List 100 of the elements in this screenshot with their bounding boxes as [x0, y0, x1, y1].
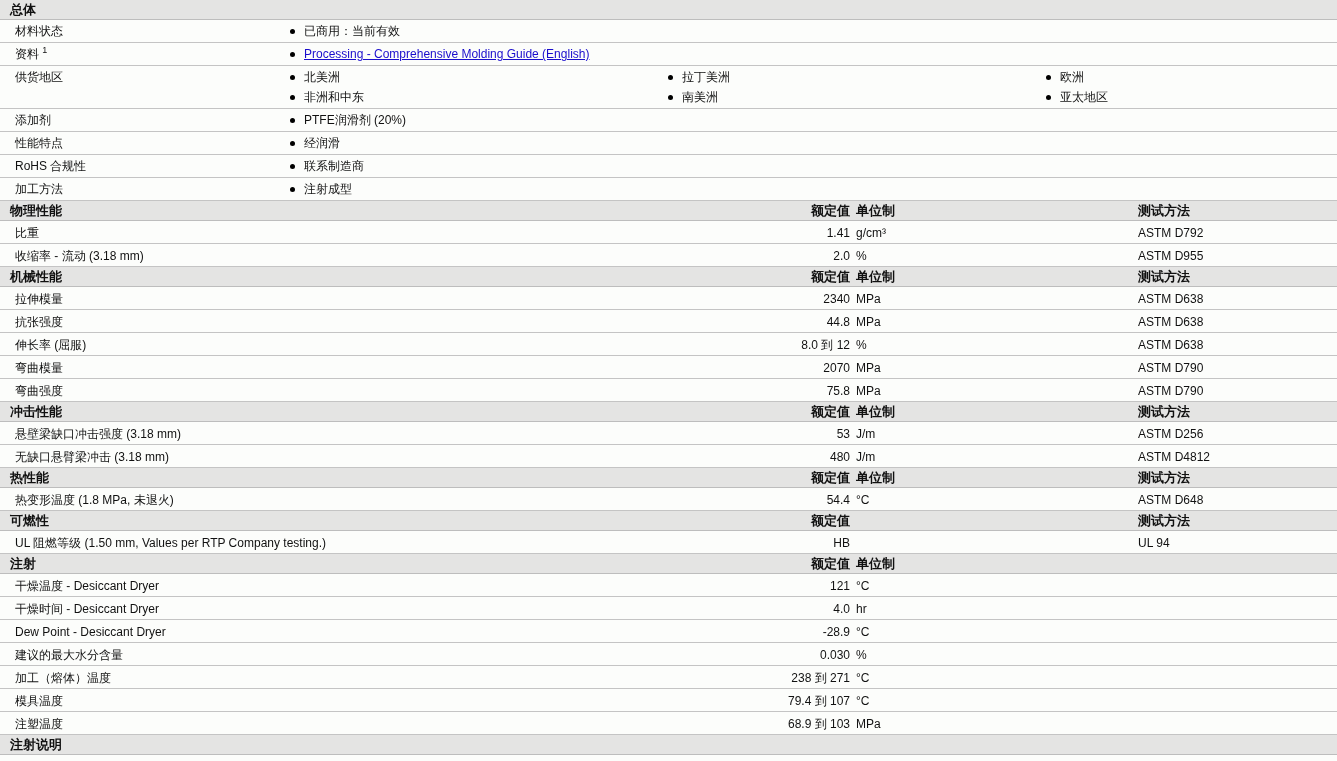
property-label: RoHS 合规性	[14, 159, 88, 173]
property-value: PTFE润滑剂 (20%)	[304, 113, 406, 127]
nominal-value: 44.8	[825, 314, 851, 329]
unit: J/m	[856, 449, 877, 464]
property-value: 联系制造商	[304, 159, 364, 173]
column-header: 测试方法	[1138, 511, 1191, 530]
unit: %	[856, 248, 868, 263]
column-header: 测试方法	[1138, 267, 1191, 286]
bullet-icon	[290, 74, 295, 80]
section-title: 总体	[8, 0, 37, 19]
bullet-icon	[290, 28, 295, 34]
unit: MPa	[856, 383, 882, 398]
column-header: 额定值	[810, 402, 851, 421]
nominal-value: 53	[835, 426, 851, 441]
nominal-value: 480	[828, 449, 851, 464]
unit: MPa	[856, 291, 882, 306]
column-header: 额定值	[810, 201, 851, 220]
unit: °C	[856, 624, 871, 639]
nominal-value: 68.9 到 103	[786, 715, 851, 733]
nominal-value: 8.0 到 12	[800, 336, 851, 354]
bullet-icon	[290, 94, 295, 100]
nominal-value: 2.0	[832, 248, 851, 263]
property-label: 弯曲强度	[14, 382, 64, 400]
test-method: ASTM D638	[1138, 291, 1205, 306]
column-header: 测试方法	[1138, 402, 1191, 421]
property-label: 资料 $^{1}$	[14, 47, 49, 61]
property-label: 模具温度	[14, 692, 64, 710]
section-title: 可燃性	[9, 511, 50, 530]
section-title: 注射	[9, 554, 37, 573]
bullet-icon	[290, 51, 295, 57]
nominal-value: 1.41	[825, 225, 851, 240]
property-value: 欧洲	[1060, 70, 1084, 84]
test-method: UL 94	[1138, 535, 1171, 550]
column-header: 测试方法	[1138, 201, 1191, 220]
nominal-value: -28.9	[821, 624, 851, 639]
unit: °C	[856, 492, 871, 507]
bullet-icon	[1046, 74, 1051, 80]
document-link[interactable]: Processing - Comprehensive Molding Guide (English)	[304, 47, 590, 61]
property-label: 无缺口悬臂梁冲击 (3.18 mm)	[14, 448, 170, 466]
unit: hr	[856, 601, 868, 616]
property-value: 非洲和中东	[304, 90, 364, 104]
test-method: ASTM D792	[1138, 225, 1205, 240]
unit: MPa	[856, 314, 882, 329]
nominal-value: 54.4	[825, 492, 851, 507]
bullet-icon	[1046, 94, 1051, 100]
bullet-icon	[668, 74, 673, 80]
unit: %	[856, 337, 868, 352]
property-label: 收缩率 - 流动 (3.18 mm)	[14, 247, 145, 265]
section-title: 机械性能	[8, 267, 63, 286]
unit: °C	[856, 670, 871, 685]
test-method: ASTM D256	[1138, 426, 1205, 441]
nominal-value: 2070	[822, 360, 851, 375]
unit: J/m	[856, 426, 877, 441]
section-title: 物理性能	[9, 201, 63, 220]
test-method: ASTM D4812	[1138, 449, 1212, 464]
property-label: 加工（熔体）温度	[14, 669, 112, 687]
unit: MPa	[856, 360, 882, 375]
bullet-icon	[290, 140, 295, 146]
property-label: 性能特点	[14, 136, 64, 150]
test-method: ASTM D790	[1138, 383, 1205, 398]
property-label: 比重	[14, 224, 40, 242]
property-label: 弯曲模量	[14, 359, 64, 377]
test-method: ASTM D638	[1138, 337, 1205, 352]
column-header: 测试方法	[1138, 468, 1191, 487]
nominal-value: HB	[832, 535, 851, 550]
property-label: 材料状态	[14, 24, 64, 38]
bullet-icon	[290, 186, 295, 192]
section-title: 冲击性能	[9, 402, 63, 421]
column-header: 单位制	[856, 201, 896, 220]
test-method: ASTM D955	[1138, 248, 1205, 263]
unit: MPa	[856, 716, 882, 731]
property-label: 抗张强度	[14, 313, 64, 331]
property-label: 热变形温度 (1.8 MPa, 未退火)	[14, 491, 175, 509]
column-header: 单位制	[856, 267, 896, 286]
property-value: 南美洲	[682, 90, 718, 104]
property-label: 伸长率 (屈服)	[14, 336, 88, 354]
nominal-value: 0.030	[818, 647, 851, 662]
property-label: 拉伸模量	[14, 290, 64, 308]
column-header: 单位制	[856, 468, 896, 487]
property-value: 经润滑	[304, 136, 340, 150]
nominal-value: 2340	[822, 291, 851, 306]
nominal-value: 79.4 到 107	[786, 692, 851, 710]
column-header: 额定值	[810, 554, 851, 573]
property-label: 建议的最大水分含量	[14, 646, 124, 664]
column-header: 额定值	[810, 468, 851, 487]
bullet-icon	[668, 94, 673, 100]
test-method: ASTM D790	[1138, 360, 1205, 375]
property-label: 干燥温度 - Desiccant Dryer	[14, 577, 161, 595]
property-value: 亚太地区	[1060, 90, 1108, 104]
property-label: UL 阻燃等级 (1.50 mm, Values per RTP Company testing.)	[14, 534, 327, 552]
unit: %	[856, 647, 868, 662]
property-value: 已商用：当前有效	[304, 24, 400, 38]
column-header: 额定值	[810, 511, 851, 530]
bullet-icon	[290, 117, 295, 123]
test-method: ASTM D638	[1138, 314, 1205, 329]
nominal-value: 121	[828, 578, 851, 593]
property-label: 添加剂	[14, 113, 52, 127]
section-title: 注射说明	[9, 735, 63, 754]
bullet-icon	[290, 163, 295, 169]
property-value: 注射成型	[304, 182, 352, 196]
